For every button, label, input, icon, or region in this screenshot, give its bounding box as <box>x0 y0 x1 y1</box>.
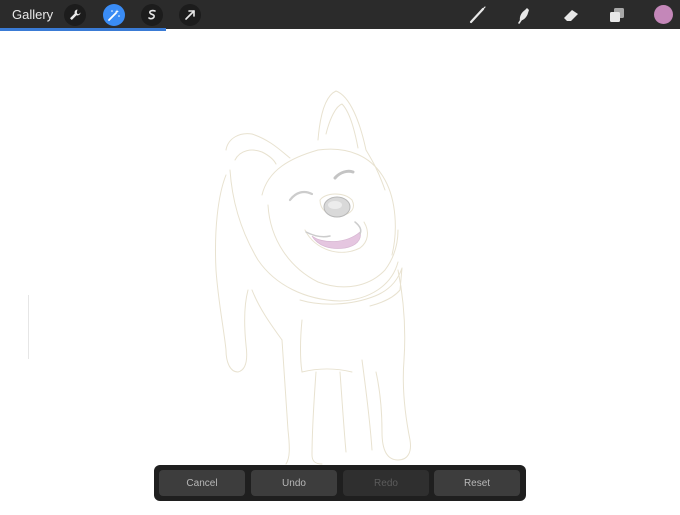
layers-button[interactable] <box>606 4 628 26</box>
smudge-icon <box>518 8 529 24</box>
brush-button[interactable] <box>467 4 489 26</box>
gallery-button[interactable]: Gallery <box>12 6 53 23</box>
undo-button[interactable]: Undo <box>251 470 337 496</box>
action-bar: Cancel Undo Redo Reset <box>154 465 526 501</box>
reset-button[interactable]: Reset <box>434 470 520 496</box>
cancel-button[interactable]: Cancel <box>159 470 245 496</box>
eraser-button[interactable] <box>560 4 582 26</box>
magic-wand-icon <box>108 9 120 21</box>
smudge-button[interactable] <box>513 4 535 26</box>
selection-icon <box>148 9 156 20</box>
eraser-icon <box>564 10 578 21</box>
brush-size-slider[interactable] <box>28 295 29 359</box>
dog-sketch-artwork <box>215 90 411 465</box>
wrench-icon <box>70 9 81 20</box>
transform-arrow-icon <box>185 10 195 20</box>
transform-button[interactable] <box>179 4 201 26</box>
brush-icon <box>469 6 486 24</box>
actions-button[interactable] <box>64 4 86 26</box>
adjustments-button[interactable] <box>103 4 125 26</box>
drawing-canvas[interactable] <box>0 31 680 510</box>
top-toolbar: Gallery <box>0 0 680 29</box>
layers-icon <box>610 8 624 22</box>
selection-button[interactable] <box>141 4 163 26</box>
color-swatch[interactable] <box>654 5 673 24</box>
redo-button[interactable]: Redo <box>343 470 429 496</box>
